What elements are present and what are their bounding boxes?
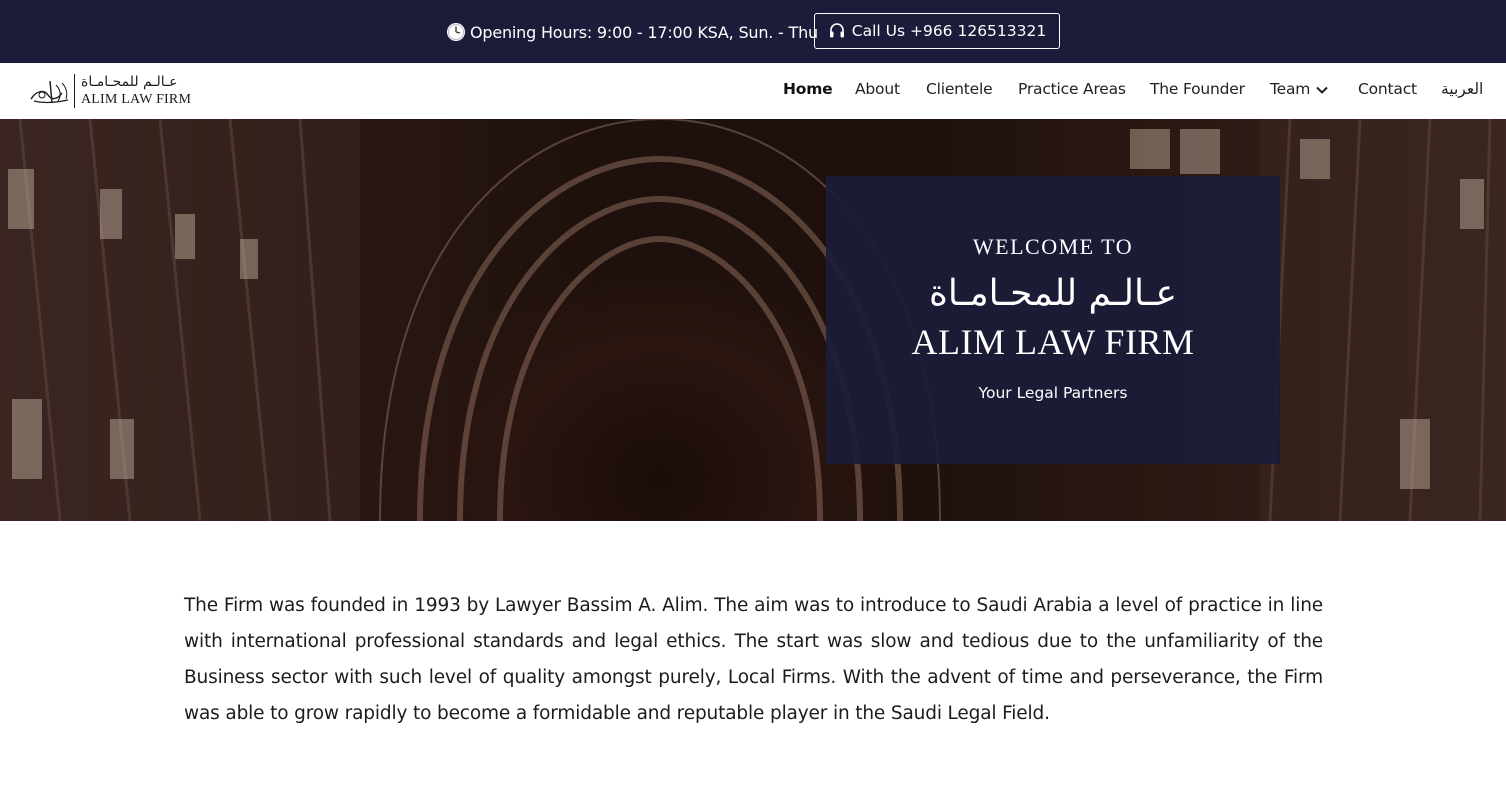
calligraphy-logo-icon	[30, 80, 69, 104]
hero-firm-name: ALIM LAW FIRM	[911, 322, 1195, 362]
logo-english-name: ALIM LAW FIRM	[81, 92, 192, 107]
nav-team[interactable]: Team	[1270, 80, 1328, 102]
nav-practice-areas[interactable]: Practice Areas	[1018, 80, 1126, 102]
main-navigation: عـالـم للمحـامـاة ALIM LAW FIRM Home Abo…	[0, 63, 1506, 119]
nav-arabic-language[interactable]: العربية	[1441, 80, 1484, 102]
nav-clientele[interactable]: Clientele	[926, 80, 993, 102]
logo-divider	[74, 74, 75, 108]
nav-team-label: Team	[1270, 80, 1311, 98]
opening-hours-text: Opening Hours: 9:00 - 17:00 KSA, Sun. - …	[470, 22, 818, 42]
welcome-heading: WELCOME TO	[972, 234, 1134, 259]
nav-contact[interactable]: Contact	[1358, 80, 1417, 102]
call-us-button[interactable]: Call Us +966 126513321	[814, 13, 1060, 49]
nav-home[interactable]: Home	[783, 80, 833, 102]
site-logo[interactable]: عـالـم للمحـامـاة ALIM LAW FIRM	[28, 71, 198, 111]
logo-arabic-name: عـالـم للمحـامـاة	[81, 74, 178, 90]
logo-text: عـالـم للمحـامـاة ALIM LAW FIRM	[81, 74, 191, 108]
top-info-bar: Opening Hours: 9:00 - 17:00 KSA, Sun. - …	[0, 0, 1506, 63]
chevron-down-icon	[1316, 86, 1328, 94]
hero-arabic-name: عـالـم للمحـامـاة	[928, 273, 1178, 314]
nav-about[interactable]: About	[855, 80, 900, 102]
clock-icon	[447, 23, 465, 41]
welcome-panel: WELCOME TO عـالـم للمحـامـاة ALIM LAW FI…	[826, 176, 1280, 464]
call-us-label: Call Us +966 126513321	[851, 22, 1047, 40]
opening-hours: Opening Hours: 9:00 - 17:00 KSA, Sun. - …	[446, 20, 818, 44]
hero-banner: WELCOME TO عـالـم للمحـامـاة ALIM LAW FI…	[0, 119, 1506, 521]
headset-icon	[829, 23, 844, 38]
library-background-image	[0, 119, 1506, 521]
nav-the-founder[interactable]: The Founder	[1150, 80, 1245, 102]
hero-tagline: Your Legal Partners	[978, 384, 1128, 402]
intro-paragraph: The Firm was founded in 1993 by Lawyer B…	[184, 595, 1323, 724]
